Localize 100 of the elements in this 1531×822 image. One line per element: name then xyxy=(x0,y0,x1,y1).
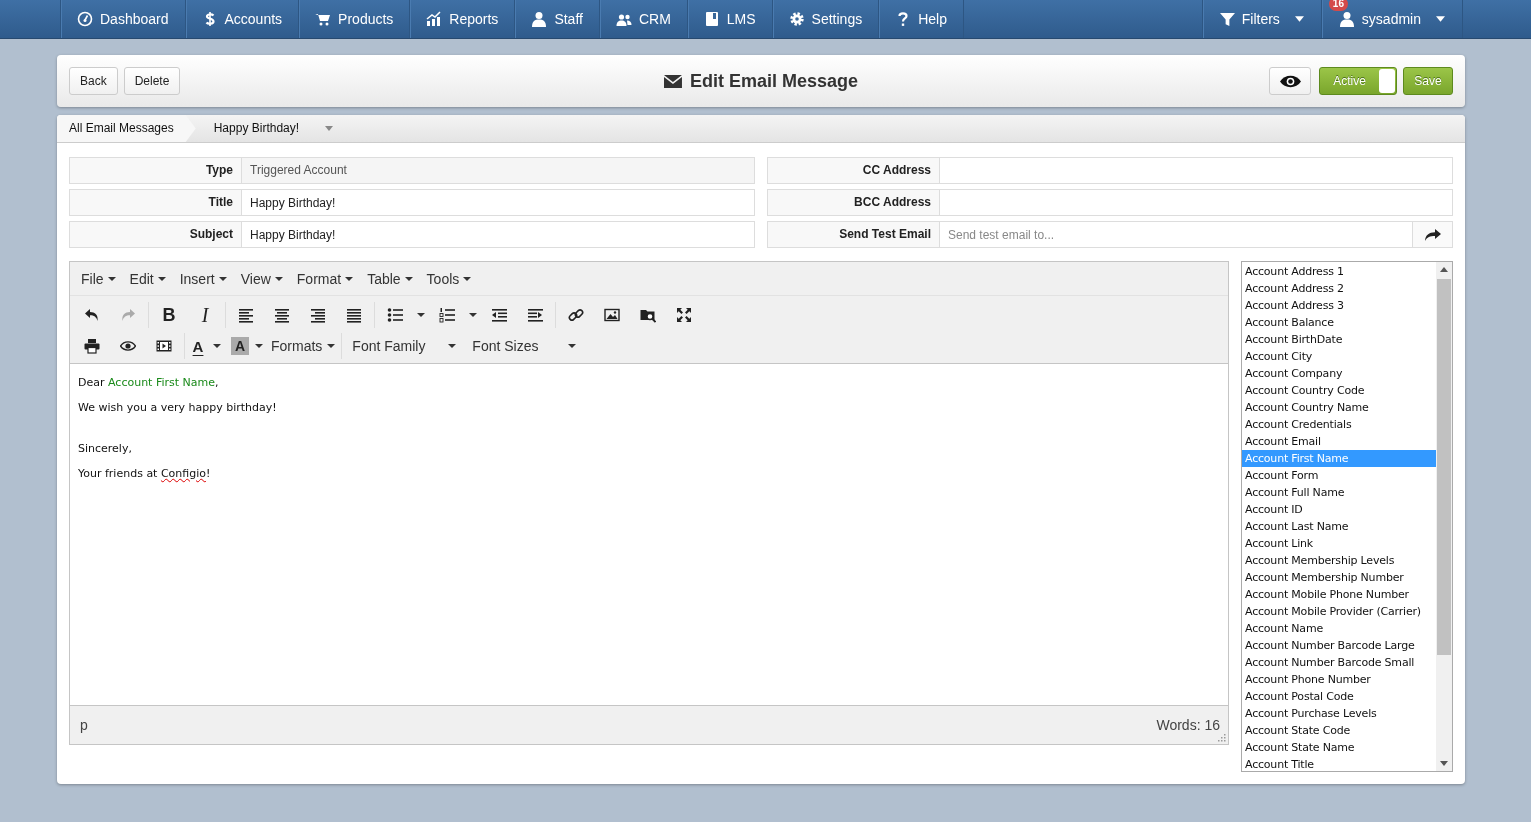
user-menu[interactable]: 16 sysadmin xyxy=(1320,0,1463,38)
list-option[interactable]: Account Link xyxy=(1242,535,1436,552)
outdent-icon xyxy=(491,307,507,323)
paragraph: Sincerely, xyxy=(78,442,133,455)
nav-menu-item[interactable]: Reports xyxy=(409,0,515,38)
input-field[interactable]: Happy Birthday! xyxy=(241,189,755,216)
editor-menu[interactable]: View xyxy=(233,270,290,287)
list-option[interactable]: Account Country Name xyxy=(1242,399,1436,416)
redo-icon xyxy=(120,307,136,323)
resize-handle-icon xyxy=(1218,734,1226,742)
gauge-icon xyxy=(77,11,93,27)
nav-menu-item[interactable]: CRM xyxy=(598,0,687,38)
people-icon xyxy=(615,11,632,27)
text-color-button[interactable]: A xyxy=(187,332,209,360)
person-icon xyxy=(531,11,548,27)
up-arrow-icon xyxy=(1440,267,1448,272)
list-option[interactable]: Account Credentials xyxy=(1242,416,1436,433)
list-option[interactable]: Account Address 1 xyxy=(1242,263,1436,280)
envelope-icon xyxy=(663,75,682,88)
list-option[interactable]: Account Title xyxy=(1242,756,1436,771)
list-option[interactable]: Account Country Code xyxy=(1242,382,1436,399)
list-option[interactable]: Account City xyxy=(1242,348,1436,365)
caret-icon xyxy=(1436,16,1445,22)
preview-button[interactable] xyxy=(1269,67,1311,95)
align-right-icon xyxy=(310,307,326,323)
field-label: Type xyxy=(69,157,241,184)
header-button[interactable]: Back xyxy=(69,67,118,95)
fullscreen-icon xyxy=(676,307,692,323)
header-button[interactable]: Delete xyxy=(123,67,181,95)
list-option[interactable]: Account Membership Number xyxy=(1242,569,1436,586)
list-option[interactable]: Account Number Barcode Large xyxy=(1242,637,1436,654)
caret-icon xyxy=(1294,16,1304,22)
list-option[interactable]: Account Last Name xyxy=(1242,518,1436,535)
link-icon xyxy=(568,307,584,323)
scrollbar[interactable] xyxy=(1436,262,1452,771)
list-option[interactable]: Account Mobile Provider (Carrier) xyxy=(1242,603,1436,620)
list-option[interactable]: Account Form xyxy=(1242,467,1436,484)
film-icon xyxy=(156,338,172,354)
notification-badge: 16 xyxy=(1328,0,1348,11)
nav-menu-item[interactable]: Settings xyxy=(771,0,879,38)
editor-menu[interactable]: Tools xyxy=(419,270,479,287)
editor-menu[interactable]: Format xyxy=(289,270,361,287)
down-arrow-icon xyxy=(1440,761,1448,766)
list-option[interactable]: Account Number Barcode Small xyxy=(1242,654,1436,671)
dropdown-button[interactable]: Font Sizes xyxy=(464,332,585,360)
italic-button[interactable]: I xyxy=(187,301,223,329)
list-option[interactable]: Account Mobile Phone Number xyxy=(1242,586,1436,603)
bold-button[interactable]: B xyxy=(151,301,187,329)
paragraph: Your friends at Configio! xyxy=(78,467,212,480)
list-option[interactable]: Account Company xyxy=(1242,365,1436,382)
background-color-button[interactable]: A xyxy=(231,337,249,355)
editor-menu[interactable]: Insert xyxy=(172,270,234,287)
input-field[interactable]: Happy Birthday! xyxy=(241,221,755,248)
list-option[interactable]: Account ID xyxy=(1242,501,1436,518)
breadcrumb-link[interactable]: All Email Messages xyxy=(57,115,196,142)
editor-menu[interactable]: File xyxy=(74,270,123,287)
list-option[interactable]: Account Membership Levels xyxy=(1242,552,1436,569)
email-input-field[interactable]: Send test email to... xyxy=(939,221,1413,248)
send-button[interactable] xyxy=(1413,221,1453,248)
field-label: Subject xyxy=(69,221,241,248)
list-option[interactable]: Account Purchase Levels xyxy=(1242,705,1436,722)
eye-icon xyxy=(120,338,136,354)
breadcrumb-link[interactable]: Happy Birthday! xyxy=(201,115,312,142)
input-field[interactable] xyxy=(939,189,1453,216)
gear-icon xyxy=(788,11,805,27)
list-option[interactable]: Account BirthDate xyxy=(1242,331,1436,348)
list-option[interactable]: Account Name xyxy=(1242,620,1436,637)
align-left-icon xyxy=(238,307,254,323)
editor-menu[interactable]: Edit xyxy=(122,270,173,287)
printer-icon xyxy=(84,338,100,354)
indent-icon xyxy=(527,307,543,323)
list-option[interactable]: Account Address 3 xyxy=(1242,297,1436,314)
nav-menu-item[interactable]: Help xyxy=(878,0,964,38)
scrollbar-thumb[interactable] xyxy=(1437,279,1451,655)
field-value: Triggered Account xyxy=(241,157,755,184)
paragraph: We wish you a very happy birthday! xyxy=(78,401,278,414)
list-option[interactable]: Account Phone Number xyxy=(1242,671,1436,688)
book-icon xyxy=(703,11,720,27)
word-count: Words: 16 xyxy=(1156,717,1220,733)
list-option[interactable]: Account State Name xyxy=(1242,739,1436,756)
image-icon xyxy=(604,307,620,323)
list-option[interactable]: Account Postal Code xyxy=(1242,688,1436,705)
input-field[interactable] xyxy=(939,157,1453,184)
nav-menu-item[interactable]: Products xyxy=(298,0,410,38)
filters-menu[interactable]: Filters xyxy=(1201,0,1321,38)
list-option[interactable]: Account Balance xyxy=(1242,314,1436,331)
list-option[interactable]: Account Address 2 xyxy=(1242,280,1436,297)
nav-menu-item[interactable]: Dashboard xyxy=(60,0,185,38)
nav-menu-item[interactable]: LMS xyxy=(686,0,772,38)
list-option[interactable]: Account Full Name xyxy=(1242,484,1436,501)
nav-menu-item[interactable]: Accounts xyxy=(184,0,299,38)
nav-menu-item[interactable]: Staff xyxy=(514,0,599,38)
field-label: Send Test Email xyxy=(767,221,939,248)
editor-menu[interactable]: Table xyxy=(360,270,420,287)
list-option[interactable]: Account State Code xyxy=(1242,722,1436,739)
element-path: p xyxy=(80,717,88,733)
dropdown-button[interactable]: Font Family xyxy=(344,332,465,360)
eye-icon xyxy=(1279,74,1301,88)
list-option[interactable]: Account Email xyxy=(1242,433,1436,450)
formats-button[interactable]: Formats xyxy=(267,332,340,360)
